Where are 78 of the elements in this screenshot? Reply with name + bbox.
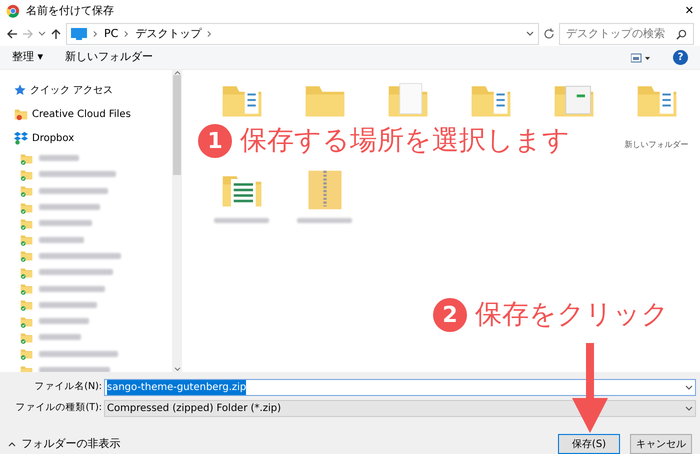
scrollbar[interactable] bbox=[172, 70, 182, 372]
field-label: ファイルの種類(T): bbox=[14, 401, 103, 416]
sidebar-label: Dropbox bbox=[32, 132, 74, 146]
sidebar-label: Creative Cloud Files bbox=[32, 108, 131, 122]
file-type-dropdown[interactable]: Compressed (zipped) Folder (*.zip) bbox=[104, 400, 696, 417]
filename-field[interactable]: sango-theme-gutenberg.zip bbox=[104, 379, 696, 396]
forward-arrow-icon[interactable] bbox=[22, 28, 34, 40]
refresh-icon[interactable] bbox=[543, 28, 555, 40]
search-icon bbox=[676, 28, 687, 40]
blurred-label bbox=[39, 236, 84, 243]
organize-menu[interactable]: 整理 ▾ bbox=[12, 49, 44, 66]
synced-folder-icon bbox=[20, 184, 33, 198]
annotation-text: 保存する場所を選択します bbox=[240, 124, 570, 158]
sidebar-item[interactable]: Creative Cloud Files bbox=[14, 102, 172, 126]
new-folder-button[interactable]: 新しいフォルダー bbox=[65, 49, 154, 66]
chevron-right-icon bbox=[207, 30, 212, 38]
view-options-icon[interactable] bbox=[631, 52, 651, 62]
chevron-up-icon[interactable] bbox=[8, 440, 16, 448]
filename-value: sango-theme-gutenberg.zip bbox=[107, 380, 246, 395]
synced-folder-icon bbox=[20, 200, 33, 214]
synced-folder-icon bbox=[20, 152, 33, 165]
dropbox-icon bbox=[14, 131, 28, 145]
pc-icon bbox=[71, 28, 87, 40]
star-icon bbox=[14, 84, 26, 96]
window-title: 名前を付けて保存 bbox=[26, 2, 114, 19]
sidebar-item[interactable]: Dropbox bbox=[14, 126, 172, 150]
blurred-label bbox=[39, 367, 110, 372]
blurred-label bbox=[39, 204, 100, 210]
file-label[interactable]: 新しいフォルダー bbox=[624, 139, 688, 151]
cancel-button[interactable]: キャンセル bbox=[630, 434, 692, 454]
save-button[interactable]: 保存(S) bbox=[558, 434, 620, 454]
folder-cloud-icon bbox=[14, 107, 28, 121]
up-arrow-icon[interactable] bbox=[50, 28, 62, 40]
synced-folder-icon bbox=[20, 168, 33, 181]
close-button[interactable]: ✕ bbox=[684, 2, 694, 20]
step-number-badge: 2 bbox=[433, 298, 467, 332]
synced-folder-icon bbox=[20, 249, 33, 262]
sidebar-label: クイック アクセス bbox=[30, 84, 114, 98]
synced-folder-icon bbox=[20, 330, 33, 344]
blurred-label bbox=[39, 318, 89, 324]
scroll-up-icon[interactable] bbox=[174, 70, 180, 75]
step-number-badge: 1 bbox=[198, 124, 232, 158]
browser-logo-icon bbox=[6, 4, 20, 18]
blurred-label bbox=[39, 155, 79, 162]
sidebar-item[interactable]: クイック アクセス bbox=[14, 78, 172, 102]
dropdown-chevron-icon[interactable] bbox=[526, 30, 534, 38]
dropdown-chevron-icon[interactable] bbox=[685, 384, 693, 392]
blurred-label bbox=[214, 218, 269, 223]
blurred-label bbox=[39, 220, 92, 226]
scroll-down-icon[interactable] bbox=[174, 367, 180, 372]
field-label: ファイル名(N): bbox=[33, 380, 103, 394]
breadcrumb-item[interactable]: PC bbox=[104, 26, 118, 42]
blurred-label bbox=[39, 286, 105, 292]
help-button[interactable]: ? bbox=[673, 50, 688, 65]
dropdown-chevron-icon[interactable] bbox=[685, 404, 693, 412]
synced-folder-icon bbox=[20, 266, 33, 279]
synced-folder-icon bbox=[20, 282, 33, 296]
chevron-down-icon[interactable] bbox=[38, 30, 46, 38]
down-arrow-icon bbox=[570, 343, 610, 433]
synced-folder-icon bbox=[20, 314, 33, 328]
blurred-label bbox=[297, 218, 352, 223]
blurred-label bbox=[39, 334, 81, 340]
file-type-value: Compressed (zipped) Folder (*.zip) bbox=[107, 402, 281, 416]
breadcrumb-item[interactable]: デスクトップ bbox=[135, 26, 202, 42]
address-bar[interactable]: PC デスクトップ bbox=[66, 23, 539, 45]
chevron-right-icon bbox=[124, 30, 130, 38]
annotation-text: 保存をクリック bbox=[475, 298, 669, 332]
blurred-label bbox=[39, 302, 97, 308]
synced-folder-icon bbox=[20, 298, 33, 312]
search-field[interactable]: デスクトップの検索 bbox=[559, 23, 694, 45]
synced-folder-icon bbox=[20, 233, 33, 246]
blurred-label bbox=[39, 188, 108, 194]
chevron-right-icon bbox=[93, 30, 98, 38]
back-arrow-icon[interactable] bbox=[6, 28, 18, 40]
synced-folder-icon bbox=[20, 347, 33, 360]
search-placeholder: デスクトップの検索 bbox=[566, 26, 666, 42]
hide-folders-button[interactable]: フォルダーの非表示 bbox=[22, 436, 120, 452]
synced-folder-icon bbox=[20, 216, 33, 230]
